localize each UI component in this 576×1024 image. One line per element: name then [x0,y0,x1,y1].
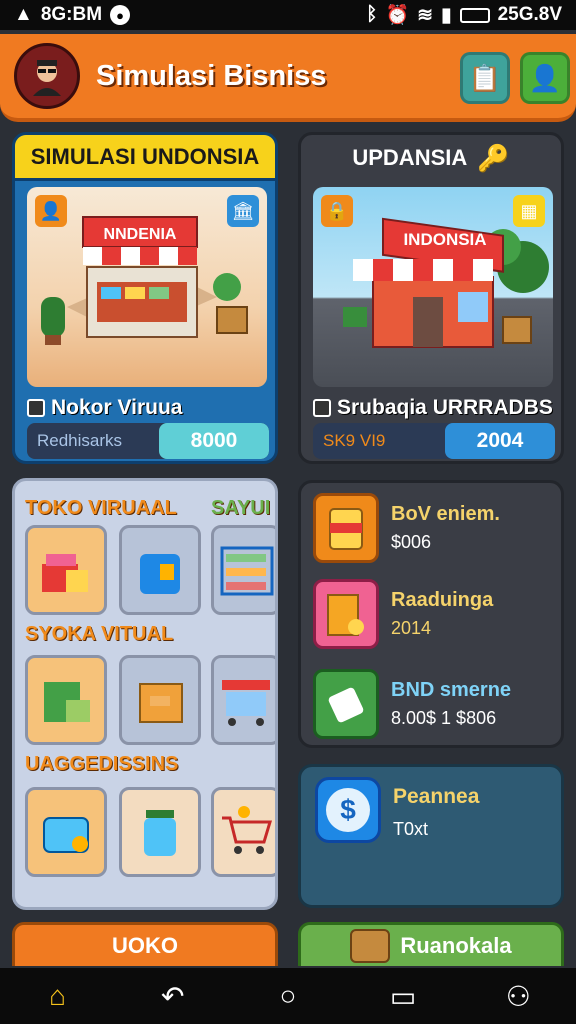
signal-icon: ▮ [441,4,452,26]
add-user-icon: 👤 [528,62,562,93]
section-heading: SYOKA VITUAL [25,623,174,645]
gift-bag-icon [350,928,391,963]
price-bar: SK9 VI9 2004 [313,423,555,459]
shopping-cart-icon [222,806,273,854]
circle-home-icon[interactable]: ○ [263,971,313,1021]
shop-label-row: Srubaqia URRRADBS [313,391,553,425]
section-side-heading: SAYUI UI [211,497,275,519]
business-card-1[interactable]: SIMULASI UNDONSIA 👤 🏛 NNDENIA Nokor Viru… [12,132,278,464]
promo-subtitle: T0xt [393,819,429,839]
resource-value: $006 [391,532,432,552]
shop-label: Nokor Viruua [51,396,183,419]
green-crate-icon [44,682,90,722]
gift-box-icon [42,554,88,592]
catalog-item-shelf[interactable] [211,525,275,615]
shop-building: NNDENIA [41,216,248,345]
business-title: SIMULASI UNDONSIA [15,135,275,181]
shelf-icon [220,546,274,596]
store-icon [313,399,331,417]
price-bar: Redhisarks 8000 [27,423,269,459]
jar-icon [144,810,176,856]
navigation-bar: ⌂ ↶ ○ ▭ ⚇ [0,968,576,1024]
catalog-panel: TOKO VIRUAAL SAYUI UI SYOKA VITUAL UAGGE… [12,478,278,910]
alarm-icon: ⏰ [385,5,410,26]
catalog-item-jar[interactable] [119,787,201,877]
wifi-icon: ≋ [417,4,434,26]
resource-value: 8.00$ 1 $806 [391,708,497,728]
catalog-item-market-stall[interactable] [211,655,275,745]
shop-illustration: 👤 🏛 NNDENIA [27,187,267,387]
back-icon[interactable]: ↶ [148,971,198,1021]
clipboard-button[interactable]: 📋 [460,52,510,104]
resource-title: BND smerne [391,679,512,701]
shop-sign-text: INDONSIA [403,230,486,249]
notification-icon: ● [110,5,131,25]
resource-title: Raaduinga [391,589,494,611]
profile-icon[interactable]: ⚇ [493,971,543,1021]
app-title: Simulasi Bisniss [96,59,327,92]
shop-sign-text: NNDENIA [104,226,177,243]
resource-title: BoV eniem. [391,503,500,525]
price-value[interactable]: 2004 [445,423,555,459]
status-battery-text: 25G.8V [497,4,562,25]
catalog-item-green-crate[interactable] [25,655,107,745]
shop-label-row: Nokor Viruua [27,391,267,425]
ticket-icon [313,669,379,739]
shop-button[interactable]: UOKO [12,922,278,966]
battery-icon [459,7,490,23]
catalog-item-cart[interactable] [211,787,275,877]
shop-illustration: 🔒 ▦ INDONSIA [313,187,553,387]
catalog-item-cooler[interactable] [25,787,107,877]
cardboard-box-icon [139,683,183,723]
list-item[interactable]: BND smerne 8.00$ 1 $806 [313,667,555,741]
catalog-item-cardboard-box[interactable] [119,655,201,745]
section-heading: UAGGEDISSINS [25,753,179,775]
bag-icon [140,554,180,594]
key-icon[interactable]: 🔑 [477,143,509,174]
business-title: UPDANSIA [352,145,468,170]
business-card-2[interactable]: UPDANSIA 🔑 🔒 ▦ INDONSIA Srubaqia URRRADB… [298,132,564,464]
promo-title: Peannea [393,785,480,808]
cooler-icon [43,817,89,853]
avatar-icon[interactable] [14,43,80,109]
shop-label: Srubaqia URRRADBS [337,396,553,419]
section-heading: TOKO VIRUAAL [25,497,177,519]
price-label: SK9 VI9 [323,431,386,450]
resource-value: 2014 [391,618,432,638]
list-item[interactable]: BoV eniem. $006 [313,491,555,565]
shop-button-label: UOKO [112,932,178,958]
resource-panel: BoV eniem. $006 Raaduinga 2014 BND smern… [298,480,564,748]
store-icon [27,399,45,417]
collect-button[interactable]: Ruanokala [298,922,564,966]
home-icon[interactable]: ⌂ [33,971,83,1021]
catalog-item-bag[interactable] [119,525,201,615]
price-value[interactable]: 8000 [159,423,269,459]
warning-icon: ▲ [14,4,33,25]
list-item[interactable]: Raaduinga 2014 [313,577,555,651]
collect-button-label: Ruanokala [400,932,512,958]
coin-jar-icon [313,493,379,563]
add-user-button[interactable]: 👤 [520,52,570,104]
market-stall-icon [222,680,270,726]
status-bar: ▲ 8G:BM ● ᛒ ⏰ ≋ ▮ 25G.8V [0,0,576,30]
dollar-coin-icon: $ [315,777,381,843]
catalog-item-gift-box[interactable] [25,525,107,615]
price-label: Redhisarks [37,431,123,450]
business-title-row: UPDANSIA 🔑 [301,135,561,181]
status-time: 8G:BM [40,4,103,25]
shop-building: INDONSIA [343,217,549,348]
app-bar: Simulasi Bisniss 📋 👤 [0,34,576,122]
clipboard-icon: 📋 [468,62,502,93]
promo-card[interactable]: $ Peannea T0xt [298,764,564,908]
product-box-icon [313,579,379,649]
bluetooth-icon: ᛒ [366,4,378,25]
chat-icon[interactable]: ▭ [378,971,428,1021]
